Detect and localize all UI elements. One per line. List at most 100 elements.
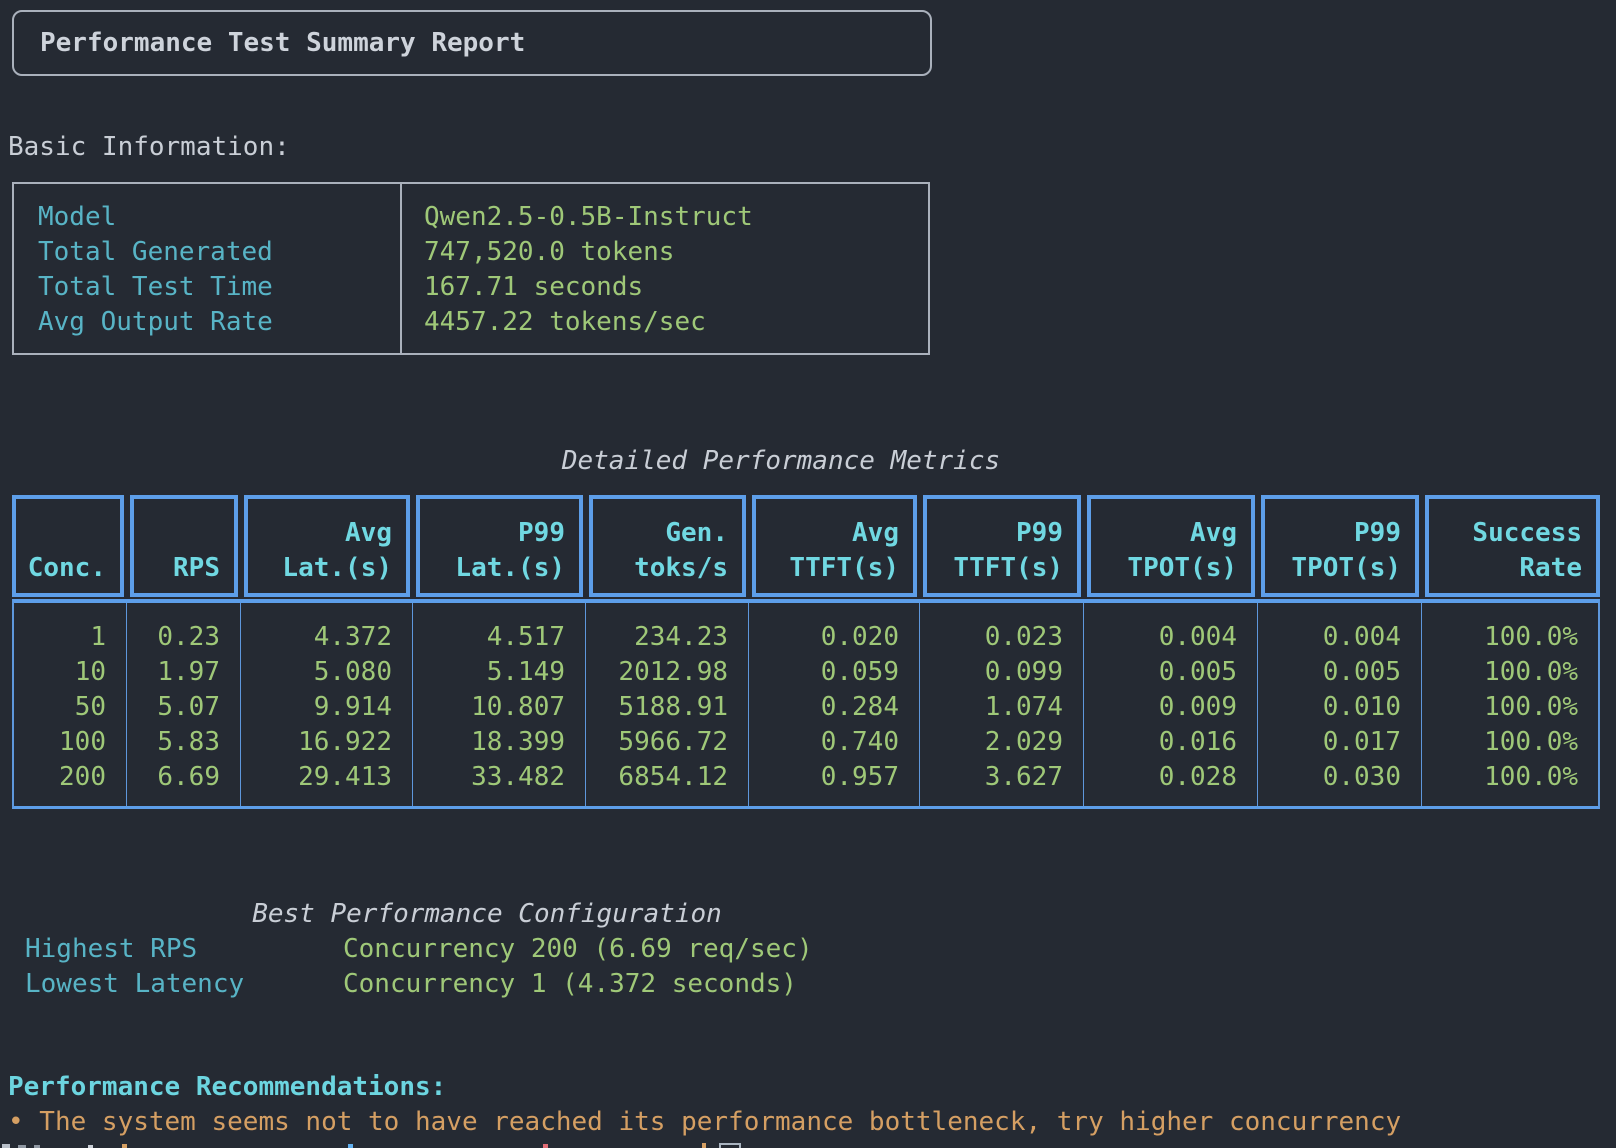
metric-value: 6854.12 bbox=[586, 760, 728, 795]
metrics-header-cell: AvgTPOT(s) bbox=[1087, 495, 1255, 597]
metrics-column: 0.0040.0050.0090.0160.028 bbox=[1084, 603, 1258, 806]
metric-value: 0.028 bbox=[1084, 760, 1237, 795]
metric-value: 5188.91 bbox=[586, 690, 728, 725]
metrics-header-line: TTFT(s) bbox=[789, 551, 899, 586]
metric-value: 4.517 bbox=[413, 620, 565, 655]
metrics-column: 0.0200.0590.2840.7400.957 bbox=[749, 603, 920, 806]
basic-info-heading: Basic Information: bbox=[8, 130, 290, 165]
metrics-header-cell: SuccessRate bbox=[1425, 495, 1600, 597]
report-title-box: Performance Test Summary Report bbox=[12, 10, 932, 76]
metrics-column: 4.5175.14910.80718.39933.482 bbox=[413, 603, 586, 806]
best-config-label: Highest RPS bbox=[25, 932, 197, 967]
terminal-cursor bbox=[719, 1143, 741, 1148]
metric-value: 5.149 bbox=[413, 655, 565, 690]
basic-info-value: 4457.22 tokens/sec bbox=[424, 305, 753, 340]
recommendation-item: • The system seems not to have reached i… bbox=[8, 1105, 1401, 1140]
metric-value: 100.0% bbox=[1422, 655, 1578, 690]
metrics-header-line: Lat.(s) bbox=[455, 551, 565, 586]
metrics-header-line: RPS bbox=[173, 551, 220, 586]
metric-value: 4.372 bbox=[241, 620, 392, 655]
metrics-header-cell: RPS bbox=[130, 495, 238, 597]
metric-value: 2.029 bbox=[920, 725, 1063, 760]
metric-value: 0.004 bbox=[1084, 620, 1237, 655]
metric-value: 5966.72 bbox=[586, 725, 728, 760]
report-title: Performance Test Summary Report bbox=[40, 12, 525, 74]
metric-value: 100.0% bbox=[1422, 690, 1578, 725]
metric-value: 10.807 bbox=[413, 690, 565, 725]
metric-value: 0.020 bbox=[749, 620, 899, 655]
metric-value: 100.0% bbox=[1422, 620, 1578, 655]
metrics-header-cell: P99Lat.(s) bbox=[416, 495, 583, 597]
metric-value: 0.017 bbox=[1258, 725, 1401, 760]
metric-value: 5.080 bbox=[241, 655, 392, 690]
metric-value: 1.97 bbox=[127, 655, 220, 690]
metric-value: 0.023 bbox=[920, 620, 1063, 655]
metrics-header-line: Rate bbox=[1519, 551, 1582, 586]
metrics-table-body: 110501002000.231.975.075.836.694.3725.08… bbox=[12, 599, 1600, 809]
metric-value: 2012.98 bbox=[586, 655, 728, 690]
metrics-column: 0.0040.0050.0100.0170.030 bbox=[1258, 603, 1422, 806]
metrics-header-line: P99 bbox=[1016, 516, 1063, 551]
metric-value: 0.23 bbox=[127, 620, 220, 655]
basic-info-label: Total Generated bbox=[38, 235, 273, 270]
metrics-column: 4.3725.0809.91416.92229.413 bbox=[241, 603, 413, 806]
metric-value: 3.627 bbox=[920, 760, 1063, 795]
metrics-column: 0.231.975.075.836.69 bbox=[127, 603, 241, 806]
metrics-table-header: Conc.RPSAvgLat.(s)P99Lat.(s)Gen.toks/sAv… bbox=[12, 495, 1600, 597]
metric-value: 0.016 bbox=[1084, 725, 1237, 760]
basic-info-label: Model bbox=[38, 200, 273, 235]
metric-value: 1 bbox=[14, 620, 106, 655]
metric-value: 10 bbox=[14, 655, 106, 690]
metrics-header-cell: AvgLat.(s) bbox=[244, 495, 410, 597]
metric-value: 5.07 bbox=[127, 690, 220, 725]
metric-value: 234.23 bbox=[586, 620, 728, 655]
metric-value: 0.099 bbox=[920, 655, 1063, 690]
metric-value: 0.005 bbox=[1258, 655, 1401, 690]
metrics-header-cell: P99TTFT(s) bbox=[923, 495, 1081, 597]
metric-value: 9.914 bbox=[241, 690, 392, 725]
recommendations-heading: Performance Recommendations: bbox=[8, 1070, 446, 1105]
metrics-header-line: TTFT(s) bbox=[953, 551, 1063, 586]
basic-info-values: Qwen2.5-0.5B-Instruct 747,520.0 tokens 1… bbox=[424, 200, 753, 340]
metric-value: 0.005 bbox=[1084, 655, 1237, 690]
metric-value: 0.030 bbox=[1258, 760, 1401, 795]
metric-value: 100 bbox=[14, 725, 106, 760]
metrics-header-line: TPOT(s) bbox=[1127, 551, 1237, 586]
metrics-header-line: Lat.(s) bbox=[282, 551, 392, 586]
metric-value: 16.922 bbox=[241, 725, 392, 760]
metric-value: 0.010 bbox=[1258, 690, 1401, 725]
metrics-header-cell: AvgTTFT(s) bbox=[752, 495, 917, 597]
metrics-header-cell: Conc. bbox=[12, 495, 124, 597]
metrics-header-line: Avg bbox=[345, 516, 392, 551]
metric-value: 0.004 bbox=[1258, 620, 1401, 655]
best-config-label: Lowest Latency bbox=[25, 967, 244, 1002]
basic-info-label: Total Test Time bbox=[38, 270, 273, 305]
metric-value: 100.0% bbox=[1422, 725, 1578, 760]
metric-value: 0.059 bbox=[749, 655, 899, 690]
metrics-header-line: toks/s bbox=[634, 551, 728, 586]
metrics-column: 11050100200 bbox=[14, 603, 127, 806]
column-divider bbox=[400, 184, 402, 353]
metric-value: 100.0% bbox=[1422, 760, 1578, 795]
metrics-header-line: Avg bbox=[1190, 516, 1237, 551]
best-config-value: Concurrency 200 (6.69 req/sec) bbox=[343, 932, 813, 967]
metrics-header-line: P99 bbox=[518, 516, 565, 551]
metric-value: 1.074 bbox=[920, 690, 1063, 725]
metrics-header-line: TPOT(s) bbox=[1291, 551, 1401, 586]
metric-value: 0.284 bbox=[749, 690, 899, 725]
best-config-value: Concurrency 1 (4.372 seconds) bbox=[343, 967, 797, 1002]
metrics-column: 100.0%100.0%100.0%100.0%100.0% bbox=[1422, 603, 1598, 806]
metric-value: 18.399 bbox=[413, 725, 565, 760]
metric-value: 33.482 bbox=[413, 760, 565, 795]
metrics-header-line: Gen. bbox=[665, 516, 728, 551]
metric-value: 5.83 bbox=[127, 725, 220, 760]
metrics-table-heading: Detailed Performance Metrics bbox=[0, 444, 1562, 479]
metric-value: 6.69 bbox=[127, 760, 220, 795]
metrics-column: 234.232012.985188.915966.726854.12 bbox=[586, 603, 749, 806]
metric-value: 0.740 bbox=[749, 725, 899, 760]
metric-value: 200 bbox=[14, 760, 106, 795]
metric-value: 0.957 bbox=[749, 760, 899, 795]
metrics-header-line: Success bbox=[1472, 516, 1582, 551]
metric-value: 50 bbox=[14, 690, 106, 725]
metrics-header-cell: P99TPOT(s) bbox=[1261, 495, 1419, 597]
